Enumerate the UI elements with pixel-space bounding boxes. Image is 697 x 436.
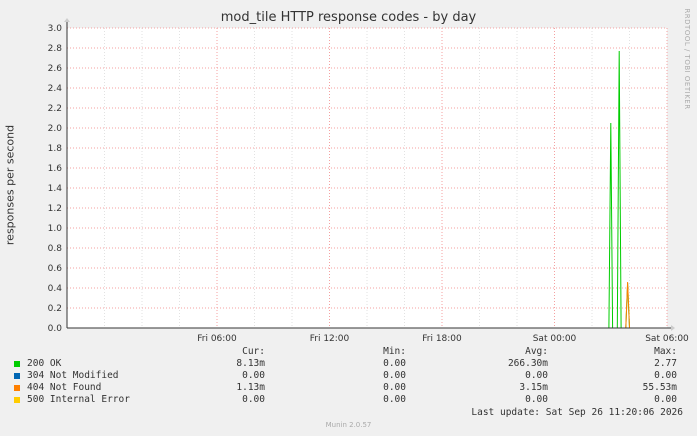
y-tick-label: 1.2 <box>48 204 62 214</box>
legend-header-max: Max: <box>654 346 677 357</box>
x-tick-label: Fri 12:00 <box>310 334 350 344</box>
y-tick-label: 0.4 <box>48 284 63 294</box>
y-tick-label: 0.6 <box>48 264 63 274</box>
minor-grid <box>67 28 668 328</box>
legend-name: 304 Not Modified <box>27 370 119 381</box>
legend-min: 0.00 <box>383 370 406 381</box>
legend-name: 404 Not Found <box>27 382 102 393</box>
y-tick-label: 1.6 <box>48 164 63 174</box>
legend-row-404: 404 Not Found 1.13m 0.00 3.15m 55.53m <box>0 382 697 394</box>
y-tick-label: 2.2 <box>48 104 62 114</box>
legend-avg: 0.00 <box>525 370 548 381</box>
legend-max: 0.00 <box>654 394 677 405</box>
legend-avg: 0.00 <box>525 394 548 405</box>
graph-frame: mod_tile HTTP response codes - by day re… <box>0 0 697 436</box>
y-tick-label: 0.0 <box>48 324 63 334</box>
legend-cur: 8.13m <box>236 358 265 369</box>
x-tick-label: Sat 06:00 <box>645 334 689 344</box>
y-tick-label: 2.6 <box>48 64 63 74</box>
x-tick-labels: Fri 06:00 Fri 12:00 Fri 18:00 Sat 00:00 Sat … <box>197 334 689 344</box>
y-tick-label: 0.2 <box>48 304 62 314</box>
legend-swatch-200 <box>14 361 20 367</box>
y-tick-label: 1.4 <box>48 184 63 194</box>
y-tick-label: 1.8 <box>48 144 63 154</box>
legend-avg: 3.15m <box>519 382 548 393</box>
legend-swatch-500 <box>14 397 20 403</box>
legend-swatch-404 <box>14 385 20 391</box>
legend-row-200: 200 OK 8.13m 0.00 266.30m 2.77 <box>0 358 697 370</box>
legend-row-500: 500 Internal Error 0.00 0.00 0.00 0.00 <box>0 394 697 406</box>
munin-version: Munin 2.0.57 <box>325 421 372 429</box>
y-axis-arrow <box>64 18 70 22</box>
legend-max: 55.53m <box>642 382 677 393</box>
legend-cur: 1.13m <box>236 382 265 393</box>
legend-header-avg: Avg: <box>525 346 548 357</box>
legend-min: 0.00 <box>383 394 406 405</box>
y-tick-label: 2.0 <box>48 124 63 134</box>
x-tick-label: Sat 00:00 <box>533 334 577 344</box>
legend-min: 0.00 <box>383 382 406 393</box>
legend-max: 2.77 <box>654 358 677 369</box>
x-tick-label: Fri 06:00 <box>197 334 237 344</box>
y-tick-label: 1.0 <box>48 224 63 234</box>
legend-row-304: 304 Not Modified 0.00 0.00 0.00 0.00 <box>0 370 697 382</box>
y-tick-label: 2.8 <box>48 44 63 54</box>
x-axis-arrow <box>671 325 675 331</box>
x-tick-label: Fri 18:00 <box>422 334 462 344</box>
legend-cur: 0.00 <box>242 394 265 405</box>
legend-max: 0.00 <box>654 370 677 381</box>
legend-cur: 0.00 <box>242 370 265 381</box>
legend-header-min: Min: <box>383 346 406 357</box>
legend-name: 500 Internal Error <box>27 394 130 405</box>
legend-header-row: Cur: Min: Avg: Max: <box>0 346 697 358</box>
y-tick-label: 0.8 <box>48 244 63 254</box>
y-tick-label: 2.4 <box>48 84 63 94</box>
legend-swatch-304 <box>14 373 20 379</box>
legend-header-cur: Cur: <box>242 346 265 357</box>
legend-avg: 266.30m <box>507 358 548 369</box>
y-tick-labels: 0.0 0.2 0.4 0.6 0.8 1.0 1.2 1.4 1.6 1.8 2.0 2.2 2.4 2… <box>48 24 63 334</box>
legend-min: 0.00 <box>383 358 406 369</box>
last-update: Last update: Sat Sep 26 11:20:06 2026 <box>471 407 683 418</box>
legend-name: 200 OK <box>27 358 62 369</box>
y-tick-label: 3.0 <box>48 24 63 34</box>
